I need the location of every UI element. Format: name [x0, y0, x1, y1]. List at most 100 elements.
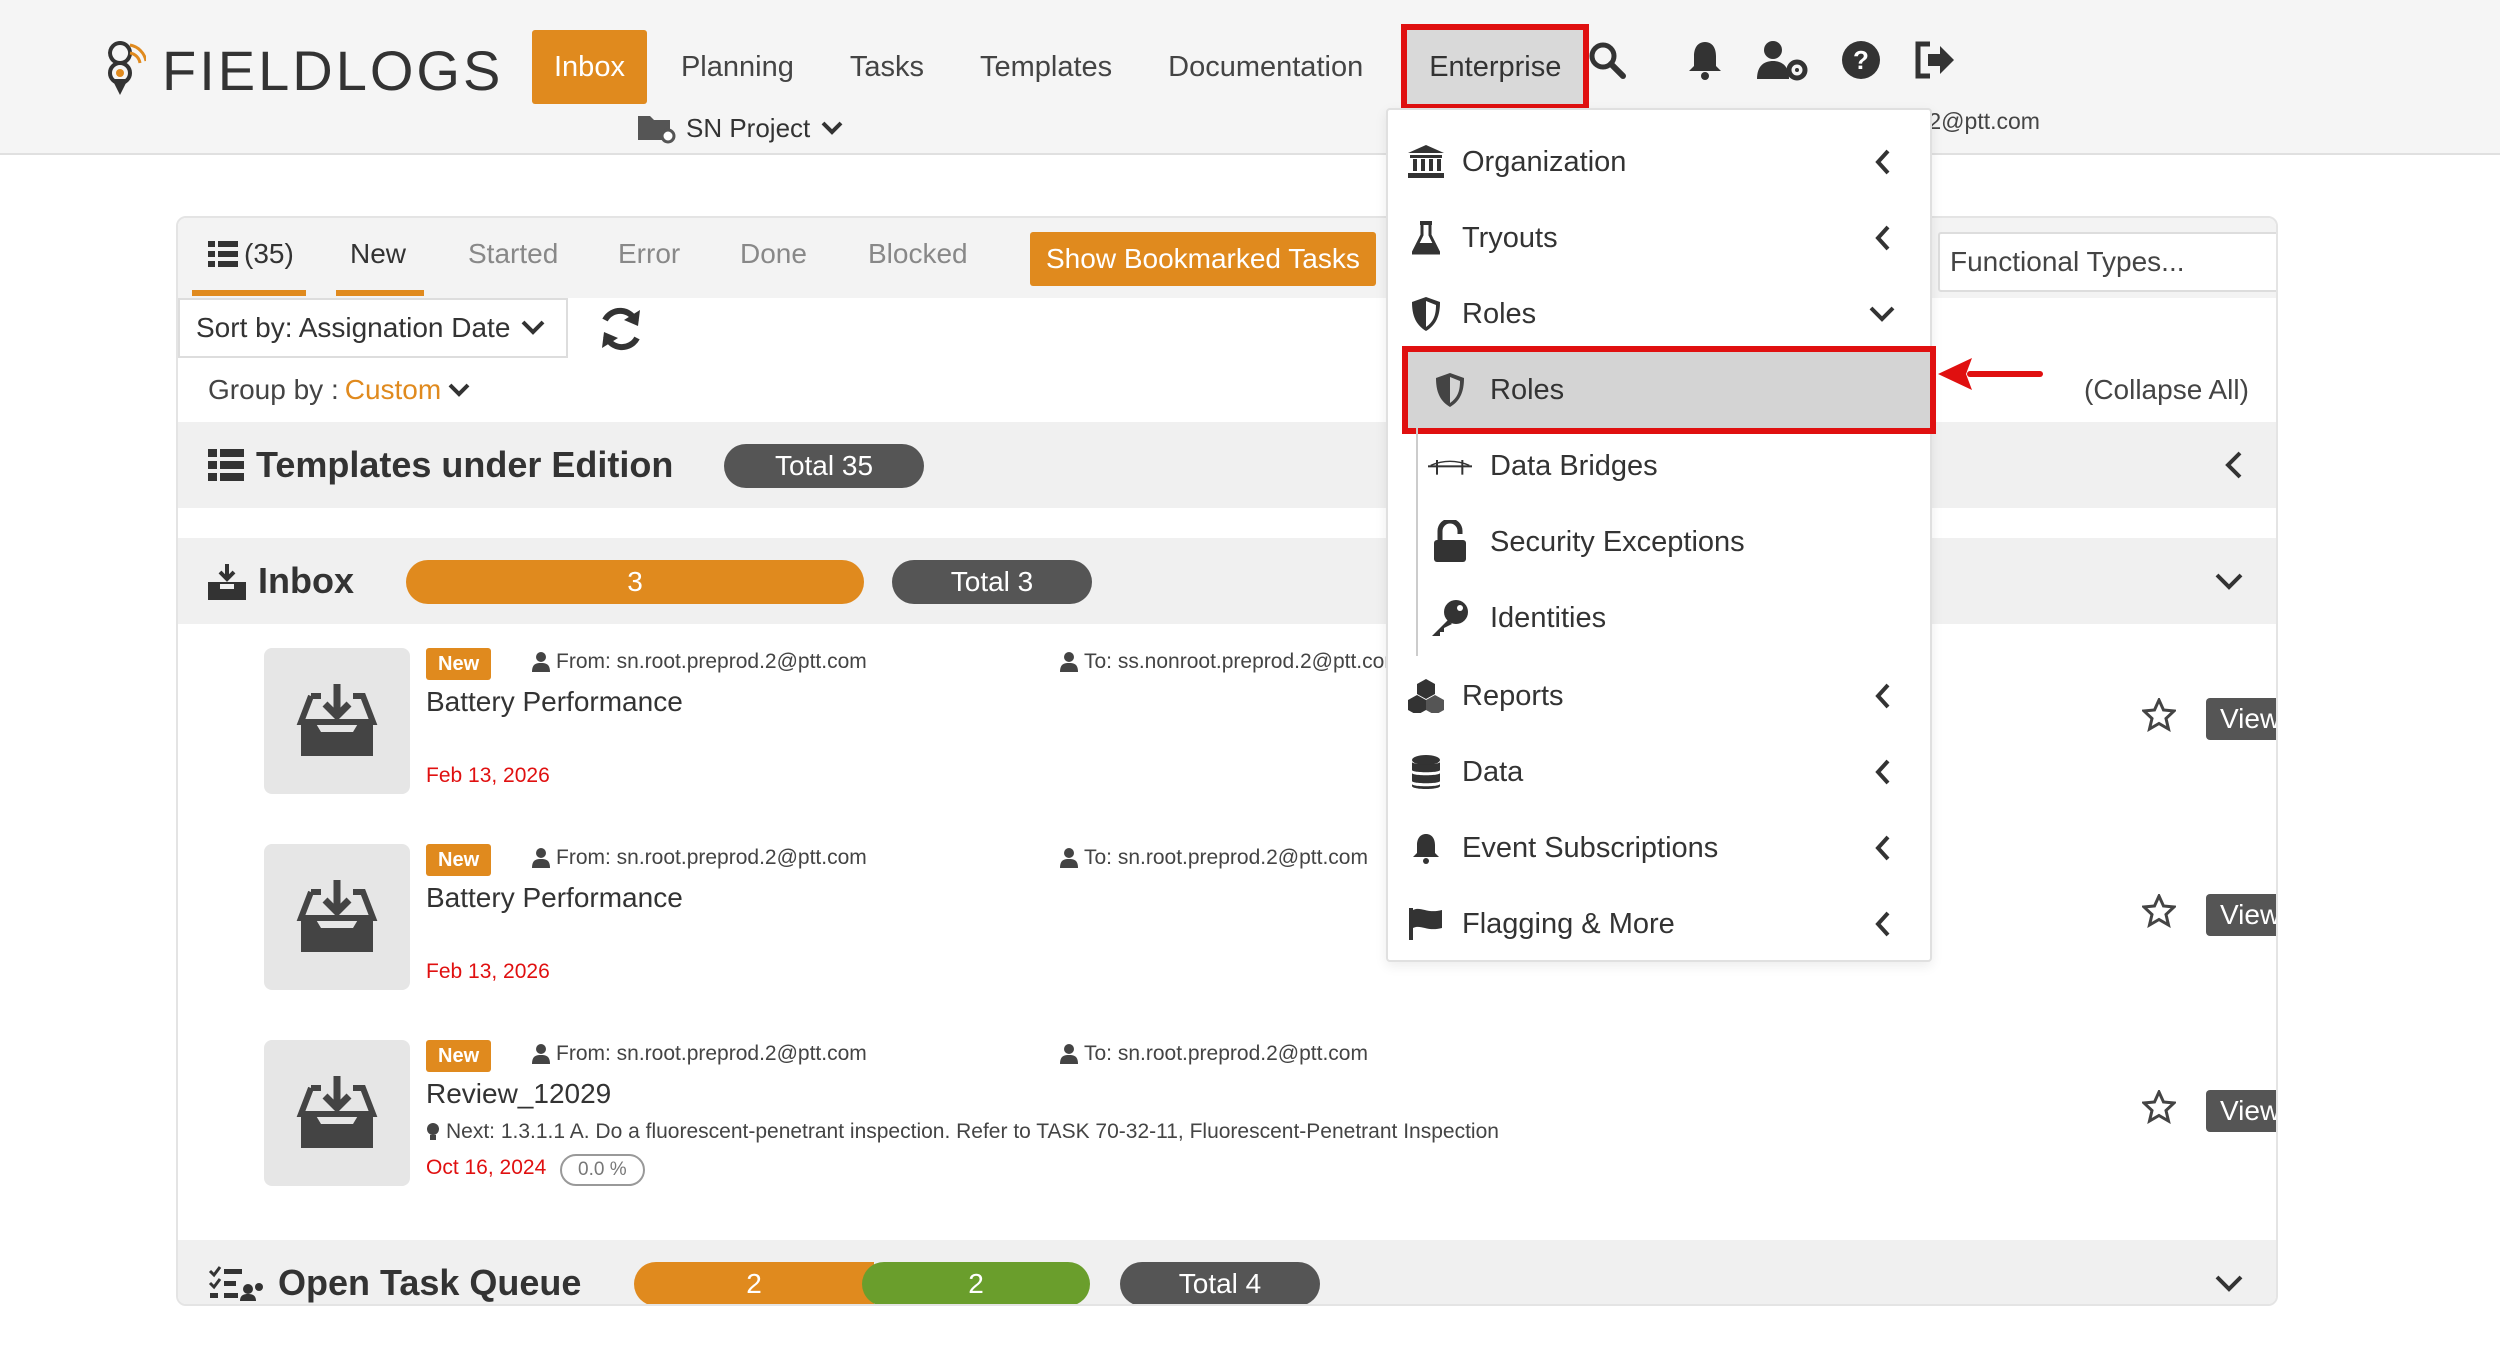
brand-name: FIELDLOGS [162, 39, 504, 102]
submenu-item-roles[interactable]: Roles [1402, 346, 1936, 434]
database-icon [1406, 752, 1446, 792]
functional-types-select[interactable]: Functional Types... [1938, 232, 2276, 292]
brand-logo[interactable]: FIELDLOGS [100, 38, 503, 103]
status-badge: New [426, 844, 492, 876]
status-badge: New [426, 1040, 492, 1072]
menu-item-reports[interactable]: Reports [1388, 658, 1930, 734]
tab-all-underline [192, 290, 306, 296]
menu-item-roles[interactable]: Roles [1388, 276, 1930, 352]
menu-item-flagging-and-more[interactable]: Flagging & More [1388, 886, 1930, 962]
task-next-step: Next: 1.3.1.1 A. Do a fluorescent-penetr… [426, 1120, 1499, 1144]
bell-icon[interactable] [1683, 38, 1727, 82]
sort-by-select[interactable]: Sort by: Assignation Date [178, 298, 568, 358]
menu-item-event-subscriptions[interactable]: Event Subscriptions [1388, 810, 1930, 886]
inbox-download-icon [296, 880, 378, 952]
templates-title-text: Templates under Edition [256, 444, 674, 485]
view-button[interactable]: View [2206, 1090, 2276, 1132]
help-icon[interactable]: ? [1839, 38, 1883, 82]
submenu-item-label: Roles [1490, 373, 1565, 406]
templates-total-pill: Total 35 [724, 444, 924, 488]
group-by[interactable]: Group by : Custom [208, 374, 471, 406]
task-from-text: From: sn.root.preprod.2@ptt.com [556, 846, 867, 869]
search-icon[interactable] [1585, 38, 1629, 82]
tab-new[interactable]: New [350, 238, 406, 270]
task-from-text: From: sn.root.preprod.2@ptt.com [556, 650, 867, 673]
nav-inbox[interactable]: Inbox [532, 30, 647, 104]
submenu-item-label: Identities [1490, 601, 1607, 634]
flask-icon [1406, 218, 1446, 258]
section-open-task-queue[interactable]: Open Task Queue 2 2 Total 4 [178, 1240, 2276, 1304]
menu-item-label: Reports [1462, 679, 1564, 712]
show-bookmarked-tasks-button[interactable]: Show Bookmarked Tasks [1030, 232, 1376, 286]
task-to-text: To: sn.root.preprod.2@ptt.com [1084, 846, 1368, 869]
submenu-item-security-exceptions[interactable]: Security Exceptions [1416, 504, 1930, 580]
task-row[interactable]: New From: sn.root.preprod.2@ptt.com To: … [264, 844, 2276, 994]
section-templates-title: Templates under Edition [208, 444, 673, 486]
inbox-total-pill: Total 3 [892, 560, 1092, 604]
section-inbox[interactable]: Inbox 3 Total 3 [178, 538, 2276, 624]
task-row[interactable]: New From: sn.root.preprod.2@ptt.com To: … [264, 1040, 2276, 1190]
section-inbox-title: Inbox [208, 560, 354, 602]
tab-all[interactable]: (35) [208, 238, 294, 270]
tab-done[interactable]: Done [740, 238, 807, 270]
chevron-left-icon[interactable] [2224, 450, 2244, 480]
menu-item-label: Roles [1462, 297, 1537, 330]
top-bar: FIELDLOGS Inbox Planning Tasks Templates… [0, 0, 2500, 155]
submenu-item-data-bridges[interactable]: Data Bridges [1416, 428, 1930, 504]
refresh-icon[interactable] [596, 304, 646, 354]
unlock-icon [1428, 520, 1472, 562]
tab-error[interactable]: Error [618, 238, 680, 270]
user-icon [1060, 652, 1078, 672]
tab-blocked[interactable]: Blocked [868, 238, 968, 270]
task-to-text: To: sn.root.preprod.2@ptt.com [1084, 1042, 1368, 1065]
menu-item-label: Event Subscriptions [1462, 831, 1719, 864]
user-settings-icon[interactable] [1757, 38, 1809, 82]
task-next-text: Next: 1.3.1.1 A. Do a fluorescent-penetr… [446, 1120, 1499, 1143]
bookmark-star-icon[interactable] [2142, 894, 2176, 928]
submenu-item-identities[interactable]: Identities [1416, 580, 1930, 656]
view-button[interactable]: View [2206, 698, 2276, 740]
user-icon [532, 652, 550, 672]
project-label: SN Project [686, 112, 811, 143]
menu-item-data[interactable]: Data [1388, 734, 1930, 810]
view-button[interactable]: View [2206, 894, 2276, 936]
task-title[interactable]: Review_12029 [426, 1078, 611, 1110]
menu-item-tryouts[interactable]: Tryouts [1388, 200, 1930, 276]
task-row[interactable]: New From: sn.root.preprod.2@ptt.com To: … [264, 648, 2276, 798]
user-icon [532, 1044, 550, 1064]
section-templates[interactable]: Templates under Edition Total 35 [178, 422, 2276, 508]
chevron-left-icon [1875, 911, 1890, 937]
group-by-label: Group by : [208, 374, 339, 405]
nav-enterprise[interactable]: Enterprise [1401, 24, 1590, 110]
task-title[interactable]: Battery Performance [426, 686, 683, 718]
key-icon [1428, 598, 1472, 638]
collapse-all-link[interactable]: (Collapse All) [2084, 374, 2249, 406]
lightbulb-icon [427, 1123, 439, 1140]
chevron-down-icon[interactable] [2214, 572, 2244, 592]
bookmark-star-icon[interactable] [2142, 698, 2176, 732]
enterprise-dropdown-menu: Organization Tryouts Roles Roles Data Br… [1386, 108, 1936, 962]
inbox-title-text: Inbox [258, 560, 354, 601]
chevron-left-icon [1875, 835, 1890, 861]
project-selector[interactable]: SN Project [636, 112, 844, 144]
queue-total-pill: Total 4 [1120, 1262, 1320, 1304]
task-title[interactable]: Battery Performance [426, 882, 683, 914]
task-date: Feb 13, 2026 [426, 960, 550, 983]
chevron-down-icon [1869, 306, 1895, 322]
logout-icon[interactable] [1913, 38, 1957, 82]
shield-icon [1428, 370, 1472, 410]
menu-item-organization[interactable]: Organization [1388, 124, 1930, 200]
nav-templates[interactable]: Templates [958, 30, 1134, 104]
nav-documentation[interactable]: Documentation [1146, 30, 1385, 104]
svg-text:?: ? [1853, 45, 1869, 75]
progress-badge: 0.0 % [560, 1154, 645, 1186]
nav-planning[interactable]: Planning [659, 30, 816, 104]
tab-started[interactable]: Started [468, 238, 558, 270]
chevron-down-icon[interactable] [2214, 1274, 2244, 1294]
tab-new-underline [336, 290, 424, 296]
bookmark-star-icon[interactable] [2142, 1090, 2176, 1124]
menu-item-label: Tryouts [1462, 221, 1558, 254]
tab-count: (35) [244, 238, 294, 269]
list-icon [208, 449, 244, 481]
nav-tasks[interactable]: Tasks [828, 30, 946, 104]
